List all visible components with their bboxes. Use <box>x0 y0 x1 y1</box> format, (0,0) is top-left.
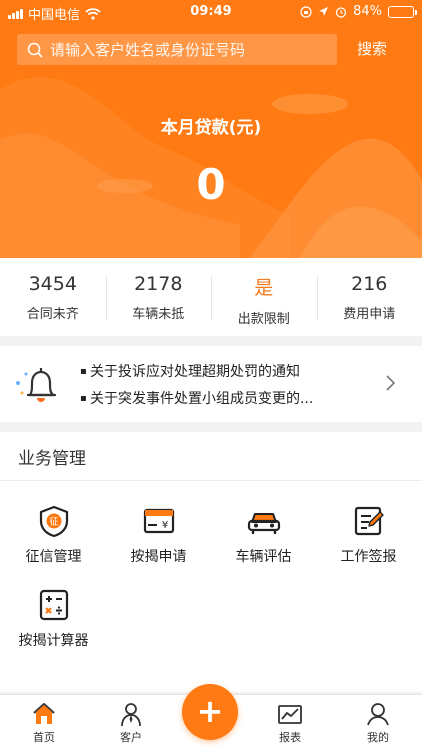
tab-mine[interactable]: 我的 <box>348 701 408 745</box>
home-icon <box>33 703 55 724</box>
section-title: 业务管理 <box>18 449 86 469</box>
credit-badge-glyph: 征 <box>49 517 58 528</box>
location-icon <box>319 7 329 16</box>
mortgage-calculator-button[interactable]: 按揭计算器 <box>1 588 106 650</box>
tab-customers[interactable]: 客户 <box>101 701 161 745</box>
alarm-icon <box>335 6 347 18</box>
credit-management-button[interactable]: 征 征信管理 <box>1 504 106 566</box>
divider <box>0 480 422 481</box>
stat-label: 费用申请 <box>343 307 396 322</box>
notice-item[interactable]: 关于投诉应对处理超期处罚的通知 <box>80 358 380 385</box>
biz-item-label: 按揭申请 <box>130 549 187 565</box>
stat-value: 3454 <box>28 273 77 295</box>
yen-glyph: ¥ <box>161 520 167 531</box>
profile-icon <box>367 703 389 726</box>
car-icon <box>247 513 280 534</box>
stat-label: 出款限制 <box>237 312 290 327</box>
document-edit-icon <box>354 506 384 536</box>
battery-icon <box>388 5 417 18</box>
add-button[interactable]: + <box>182 684 238 740</box>
biz-item-label: 征信管理 <box>25 549 82 565</box>
mortgage-application-button[interactable]: ¥ 按揭申请 <box>106 504 211 566</box>
header-banner: 中国电信 09:49 84% 请输入客户姓名或身份证号码 搜索 本月贷款(元) … <box>0 0 422 258</box>
stat-value: 2178 <box>134 273 183 295</box>
bell-icon <box>16 368 57 402</box>
stat-expense-requests[interactable]: 216 费用申请 <box>316 258 422 336</box>
calculator-icon <box>39 589 68 621</box>
stats-row: 3454 合同未齐 2178 车辆未抵 是 出款限制 216 费用申请 <box>0 258 422 336</box>
monthly-loan-value: 0 <box>196 160 226 209</box>
tab-home[interactable]: 首页 <box>14 701 74 745</box>
vehicle-assessment-button[interactable]: 车辆评估 <box>211 504 316 566</box>
biz-item-label: 按揭计算器 <box>18 633 89 649</box>
stat-payout-limit[interactable]: 是 出款限制 <box>211 258 317 336</box>
stat-label: 合同未齐 <box>26 307 79 322</box>
stat-vehicles-unpledged[interactable]: 2178 车辆未抵 <box>105 258 212 336</box>
tab-label: 报表 <box>279 731 301 744</box>
search-button[interactable]: 搜索 <box>350 38 394 59</box>
biz-item-label: 车辆评估 <box>235 549 292 565</box>
plus-icon: + <box>196 692 224 730</box>
notice-item[interactable]: 关于突发事件处置小组成员变更的... <box>80 385 380 412</box>
stat-value: 是 <box>254 277 274 299</box>
chart-icon <box>278 705 302 724</box>
tab-label: 首页 <box>33 731 55 744</box>
status-bar: 中国电信 09:49 84% <box>0 0 422 24</box>
tab-label: 客户 <box>120 731 142 744</box>
work-report-button[interactable]: 工作签报 <box>316 504 421 566</box>
user-icon <box>121 703 141 727</box>
search-input[interactable] <box>50 40 330 59</box>
monthly-loan-title: 本月贷款(元) <box>160 118 262 138</box>
tab-label: 我的 <box>367 731 389 744</box>
notice-panel[interactable]: 关于投诉应对处理超期处罚的通知 关于突发事件处置小组成员变更的... <box>0 346 422 422</box>
biz-item-label: 工作签报 <box>340 549 397 565</box>
search-icon <box>27 42 43 58</box>
stat-label: 车辆未抵 <box>132 307 185 322</box>
stat-value: 216 <box>351 273 388 295</box>
payment-card-icon: ¥ <box>143 508 174 534</box>
chevron-right-icon[interactable] <box>384 373 398 393</box>
shield-credit-icon: 征 <box>39 505 68 538</box>
search-bar[interactable] <box>17 34 337 65</box>
business-section: 业务管理 征 征信管理 ¥ 按揭申请 车辆评估 工作签报 按揭计算器 <box>0 432 422 692</box>
tab-reports[interactable]: 报表 <box>260 701 320 745</box>
orientation-lock-icon <box>300 5 312 18</box>
battery-percent: 84% <box>353 4 382 19</box>
stat-contracts-incomplete[interactable]: 3454 合同未齐 <box>0 258 106 336</box>
